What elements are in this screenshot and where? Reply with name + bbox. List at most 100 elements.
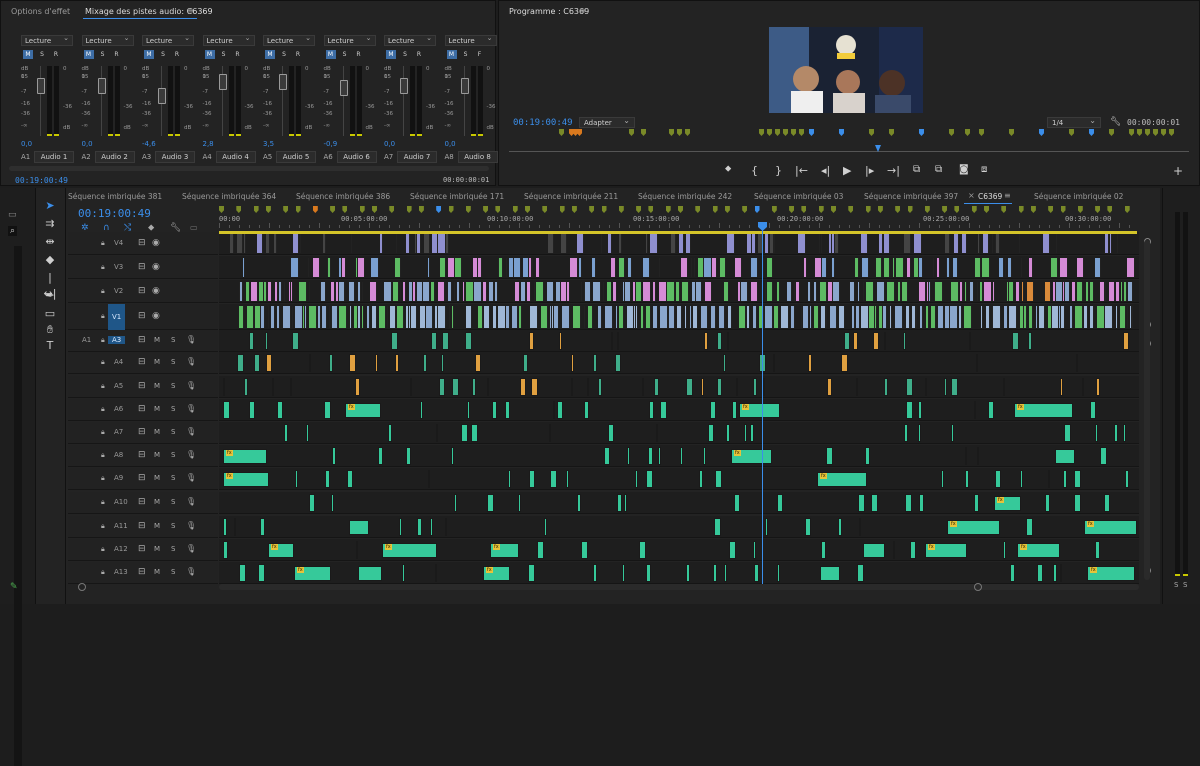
volume-value[interactable]: 0,0 — [82, 140, 93, 148]
audio-clip[interactable] — [441, 354, 444, 372]
video-clip[interactable] — [372, 306, 377, 328]
lock-icon[interactable]: 🔒︎ — [101, 474, 105, 483]
video-clip[interactable] — [1024, 306, 1027, 328]
audio-clip[interactable] — [951, 424, 954, 442]
timeline-h-scrollbar[interactable] — [219, 584, 1139, 590]
audio-clip[interactable] — [258, 564, 265, 582]
audio-clip[interactable] — [646, 564, 651, 582]
audio-clip[interactable] — [753, 541, 756, 559]
audio-clip[interactable] — [223, 401, 230, 419]
video-clip[interactable] — [579, 258, 582, 277]
audio-clip[interactable] — [1053, 564, 1057, 582]
program-marker-icon[interactable] — [1161, 129, 1166, 136]
video-clip[interactable] — [342, 258, 346, 277]
video-clip[interactable] — [483, 282, 487, 301]
audio-clip[interactable] — [777, 494, 783, 512]
audio-clip[interactable] — [402, 564, 405, 582]
program-menu-icon[interactable]: ≡ — [579, 6, 586, 15]
video-clip[interactable] — [1021, 258, 1022, 277]
ripple-edit-tool-icon[interactable]: ⇹ — [42, 234, 58, 250]
video-clip[interactable] — [230, 234, 234, 253]
automation-mode-dropdown[interactable]: Lecture — [323, 33, 376, 46]
tab-active-sequence[interactable]: C6369 — [978, 192, 1002, 201]
mute-track-button[interactable]: M — [154, 498, 160, 506]
video-clip[interactable] — [803, 306, 809, 328]
video-clip[interactable] — [277, 306, 280, 328]
audio-clip[interactable]: fx — [1017, 543, 1060, 558]
video-clip[interactable] — [983, 234, 989, 253]
sync-lock-icon[interactable]: ⊟ — [138, 497, 146, 507]
video-clip[interactable] — [495, 282, 498, 301]
track-header[interactable]: A4 🔒︎ ⊟ M S 🎙︎ — [68, 352, 218, 374]
audio-clip[interactable]: fx — [994, 496, 1021, 511]
video-clip[interactable] — [855, 258, 859, 277]
track-lane[interactable] — [219, 422, 1139, 444]
video-clip[interactable] — [1027, 282, 1034, 301]
video-clip[interactable] — [1016, 282, 1020, 301]
folder-icon[interactable]: ▭ — [8, 210, 17, 220]
track-lane[interactable]: fx fx fx fx fx — [219, 539, 1139, 561]
timeline-marker-icon[interactable] — [283, 206, 289, 213]
solo-left-button[interactable]: S — [1174, 581, 1178, 589]
video-clip[interactable] — [395, 258, 401, 277]
channel-name-button[interactable]: Audio 6 — [336, 151, 377, 163]
playhead-line[interactable] — [762, 228, 763, 584]
audio-clip[interactable] — [820, 566, 840, 581]
solo-track-button[interactable]: S — [171, 451, 175, 459]
audio-clip[interactable] — [417, 518, 422, 536]
track-header[interactable]: A13 🔒︎ ⊟ M S 🎙︎ — [68, 562, 218, 584]
video-clip[interactable] — [681, 258, 688, 277]
record-button[interactable]: R — [414, 50, 424, 59]
timeline-marker-icon[interactable] — [406, 206, 412, 213]
timeline-marker-icon[interactable] — [754, 206, 760, 213]
video-clip[interactable] — [519, 306, 522, 328]
program-marker-icon[interactable] — [949, 129, 954, 136]
timeline-marker-icon[interactable] — [984, 206, 989, 213]
audio-clip[interactable] — [857, 564, 864, 582]
video-clip[interactable] — [767, 282, 773, 301]
audio-clip[interactable] — [918, 424, 921, 442]
tab-menu-icon[interactable]: ≡ — [187, 6, 194, 15]
timeline-marker-icon[interactable] — [618, 206, 624, 213]
audio-clip[interactable] — [703, 447, 706, 465]
video-clip[interactable] — [573, 306, 581, 328]
audio-clip[interactable] — [765, 518, 768, 536]
audio-clip[interactable] — [1104, 494, 1110, 512]
video-clip[interactable] — [751, 258, 758, 277]
timeline-marker-icon[interactable] — [265, 206, 271, 213]
audio-clip[interactable] — [873, 332, 879, 350]
audio-clip[interactable] — [732, 401, 737, 419]
audio-clip[interactable] — [465, 332, 472, 350]
timeline-marker-icon[interactable] — [636, 206, 642, 213]
video-clip[interactable] — [358, 282, 361, 301]
audio-clip[interactable] — [239, 564, 246, 582]
sync-lock-icon[interactable]: ⊟ — [138, 262, 146, 272]
video-clip[interactable] — [887, 282, 895, 301]
video-clip[interactable] — [950, 306, 958, 328]
timeline-marker-icon[interactable] — [895, 206, 901, 213]
video-clip[interactable] — [981, 306, 983, 328]
track-name[interactable]: A4 — [114, 358, 123, 366]
audio-clip[interactable] — [654, 378, 659, 396]
timeline-marker-icon[interactable] — [1048, 206, 1054, 213]
mute-track-button[interactable]: M — [154, 451, 160, 459]
video-clip[interactable] — [484, 306, 490, 328]
track-lane[interactable] — [219, 304, 1139, 330]
sync-lock-icon[interactable]: ⊟ — [138, 311, 146, 321]
lock-icon[interactable]: 🔒︎ — [101, 239, 105, 248]
video-clip[interactable] — [1008, 258, 1012, 277]
audio-clip[interactable] — [608, 424, 614, 442]
audio-clip[interactable]: fx — [490, 543, 519, 558]
video-clip[interactable] — [993, 306, 1001, 328]
video-clip[interactable] — [694, 258, 695, 277]
video-clip[interactable] — [739, 306, 746, 328]
audio-clip[interactable] — [375, 354, 378, 372]
timeline-marker-icon[interactable] — [648, 206, 654, 213]
video-clip[interactable] — [850, 282, 855, 301]
track-lane[interactable]: fx fx fx — [219, 562, 1139, 584]
video-clip[interactable] — [1090, 282, 1094, 301]
track-name[interactable]: A5 — [114, 382, 123, 390]
track-header[interactable]: A12 🔒︎ ⊟ M S 🎙︎ — [68, 539, 218, 561]
microphone-icon[interactable]: 🎙︎ — [186, 427, 196, 436]
mute-track-button[interactable]: M — [154, 358, 160, 366]
